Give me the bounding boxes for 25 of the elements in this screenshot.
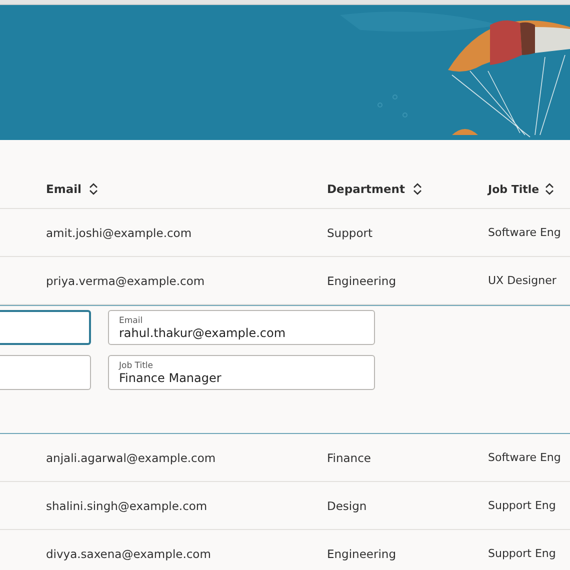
sort-icon	[89, 183, 98, 195]
table-cell-text: Design	[327, 498, 368, 512]
table-cell-text: UX Designer	[488, 274, 558, 287]
table-cell-text: Support Eng	[488, 547, 557, 560]
table-cell-text: Software Eng	[488, 451, 562, 464]
column-header[interactable]: Department	[327, 182, 488, 196]
table-cell-text: Software Eng	[488, 226, 562, 239]
table-cell-text: Engineering	[327, 274, 397, 288]
table-cell-text: Support Eng	[488, 499, 557, 512]
input-field[interactable]: Job Title Finance Manager	[108, 355, 375, 390]
table-cell-text: Finance	[327, 450, 372, 464]
table-cell-text: amit.joshi@example.com	[46, 226, 193, 240]
input-field[interactable]: Email rahul.thakur@example.com	[108, 310, 375, 345]
table-cell-text: Engineering	[327, 546, 397, 560]
table-cell-text: shalini.singh@example.com	[46, 498, 208, 512]
sort-icon	[545, 183, 554, 195]
table-cell-text: priya.verma@example.com	[46, 274, 206, 288]
sort-icon	[412, 183, 422, 195]
column-header[interactable]: Job Title	[488, 182, 570, 196]
table-cell-text: Support	[327, 226, 374, 240]
table-cell-text: divya.saxena@example.com	[46, 546, 212, 560]
input-field[interactable]	[0, 355, 91, 390]
table-cell-text: anjali.agarwal@example.com	[46, 450, 217, 464]
column-header[interactable]: Email	[46, 182, 327, 196]
input-field[interactable]	[0, 310, 91, 345]
